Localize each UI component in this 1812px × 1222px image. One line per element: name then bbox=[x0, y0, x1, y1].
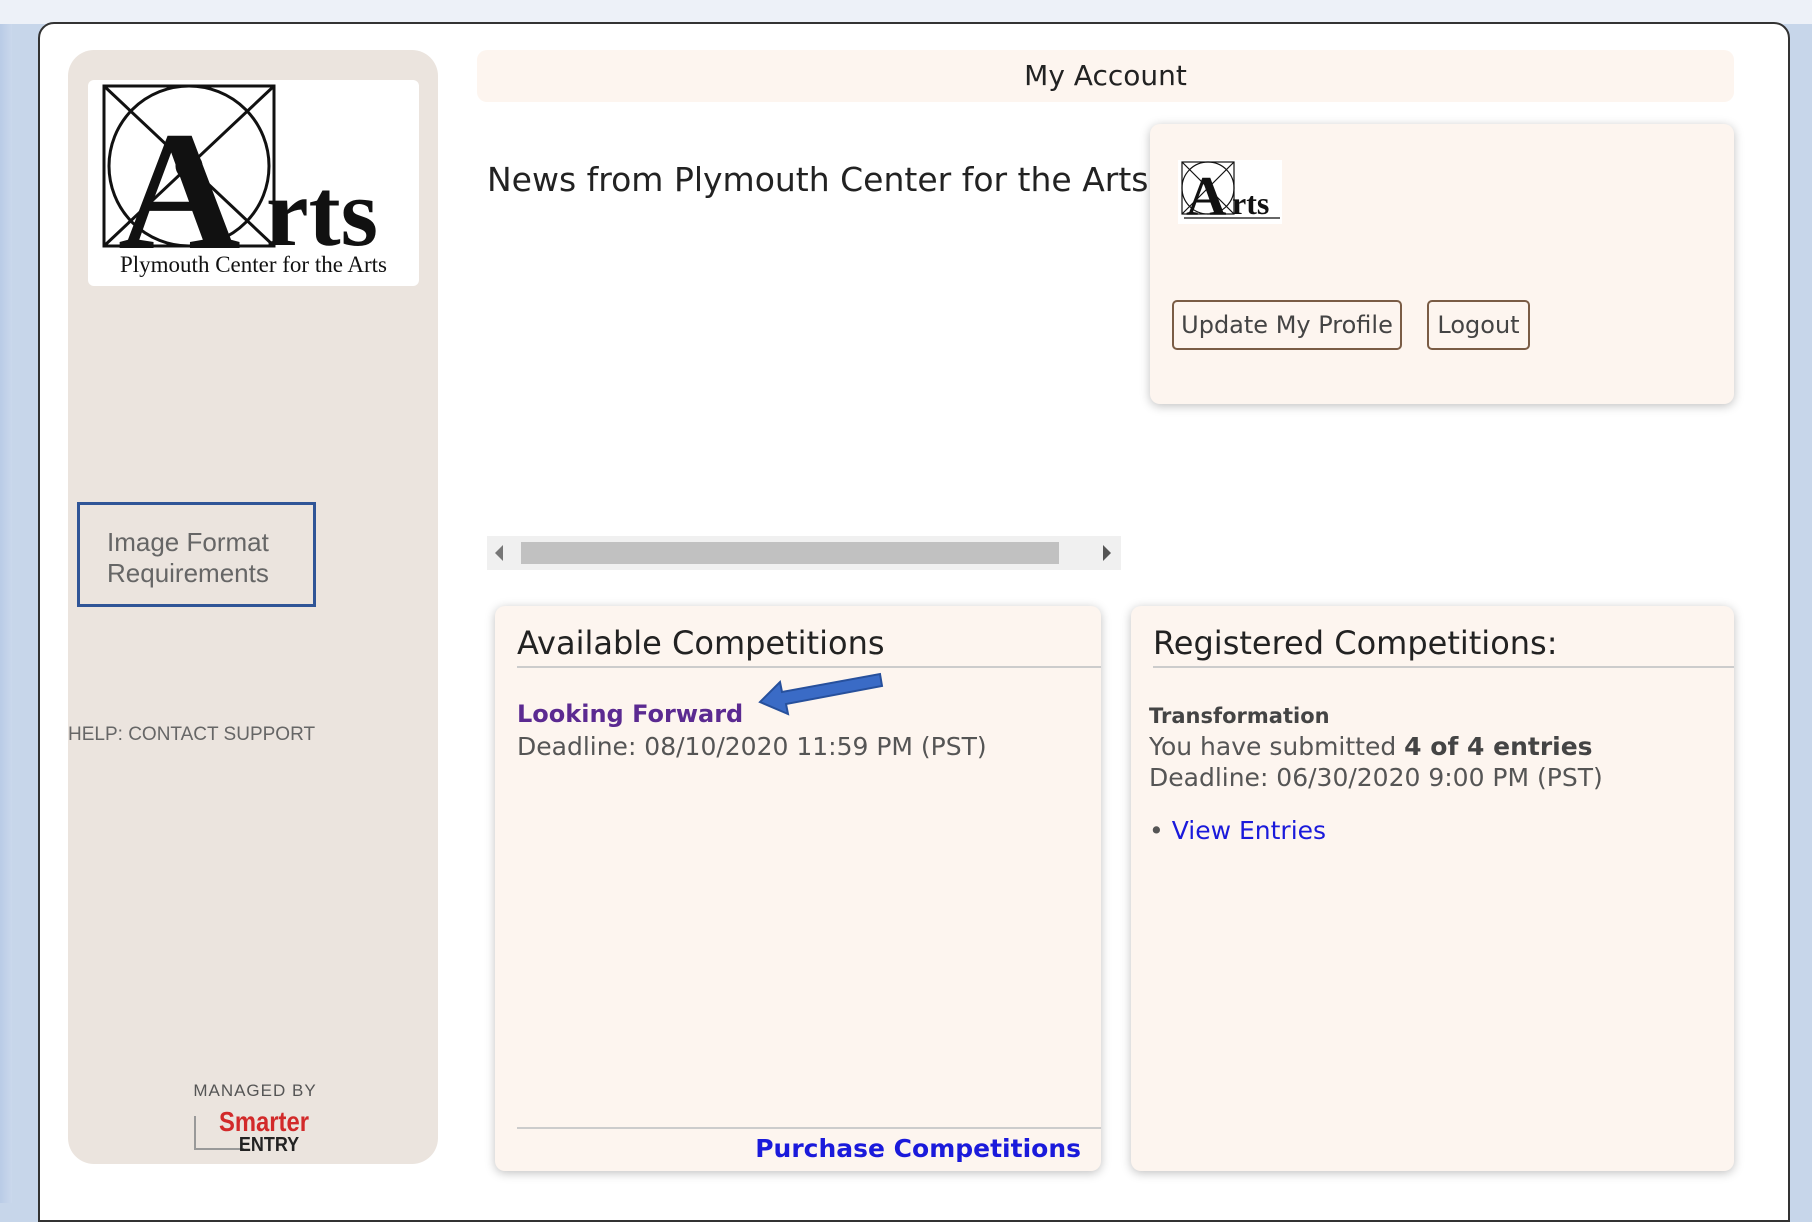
submission-prefix: You have submitted bbox=[1149, 732, 1405, 761]
logout-button[interactable]: Logout bbox=[1427, 300, 1530, 350]
scroll-right-icon[interactable] bbox=[1103, 545, 1111, 561]
available-competitions-title: Available Competitions bbox=[517, 624, 1101, 668]
registered-competitions-title: Registered Competitions: bbox=[1153, 624, 1734, 668]
smarter-entry-logo[interactable]: Smarter ENTRY bbox=[190, 1104, 320, 1156]
window-edge bbox=[0, 24, 12, 1203]
image-format-requirements-button[interactable]: Image Format Requirements bbox=[77, 502, 316, 607]
view-entries-item: • View Entries bbox=[1149, 816, 1326, 845]
browser-top-strip bbox=[0, 0, 1812, 24]
arts-logo: A rts Plymouth Center for the Arts bbox=[88, 80, 419, 286]
logo-bracket bbox=[194, 1116, 196, 1150]
logo-caption: Plymouth Center for the Arts bbox=[119, 252, 388, 277]
brand-entry: ENTRY bbox=[238, 1134, 300, 1156]
view-entries-link[interactable]: View Entries bbox=[1172, 816, 1326, 845]
news-horizontal-scrollbar[interactable] bbox=[487, 536, 1121, 570]
profile-card: A rts Update My Profile Logout bbox=[1150, 124, 1734, 404]
help-contact-support-link[interactable]: HELP: CONTACT SUPPORT bbox=[68, 724, 315, 746]
svg-text:rts: rts bbox=[266, 159, 378, 266]
annotation-arrow-icon bbox=[758, 672, 884, 716]
news-heading: News from Plymouth Center for the Arts bbox=[487, 160, 1149, 199]
competition-link[interactable]: Looking Forward bbox=[517, 700, 743, 728]
scroll-left-icon[interactable] bbox=[495, 545, 503, 561]
managed-by-label: MANAGED BY bbox=[193, 1081, 317, 1100]
scrollbar-thumb[interactable] bbox=[521, 542, 1059, 564]
registered-deadline: Deadline: 06/30/2020 9:00 PM (PST) bbox=[1149, 763, 1603, 792]
page-title: My Account bbox=[477, 50, 1734, 102]
competition-deadline: Deadline: 08/10/2020 11:59 PM (PST) bbox=[517, 732, 987, 761]
svg-text:A: A bbox=[1186, 166, 1227, 224]
registered-competitions-card: Registered Competitions: Transformation … bbox=[1131, 606, 1734, 1171]
update-profile-button[interactable]: Update My Profile bbox=[1172, 300, 1402, 350]
submission-count: 4 of 4 entries bbox=[1404, 732, 1593, 761]
submission-status: You have submitted 4 of 4 entries bbox=[1149, 732, 1593, 761]
svg-text:rts: rts bbox=[1232, 185, 1269, 221]
registered-competition-name: Transformation bbox=[1149, 704, 1330, 728]
divider bbox=[517, 1127, 1101, 1129]
purchase-competitions-link[interactable]: Purchase Competitions bbox=[755, 1134, 1081, 1163]
bullet: • bbox=[1149, 816, 1164, 845]
org-logo-small: A rts bbox=[1178, 160, 1282, 228]
